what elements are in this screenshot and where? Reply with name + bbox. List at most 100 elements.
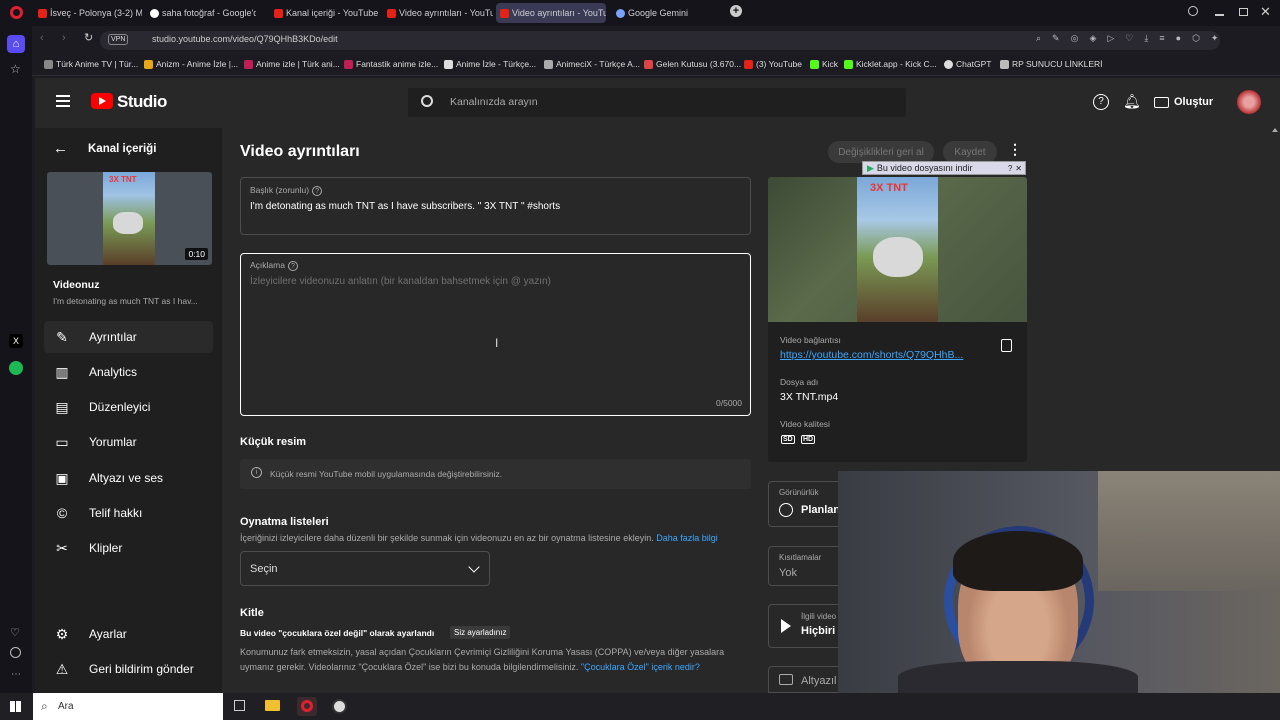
visibility-box[interactable]: Görünürlük Planlan <box>768 481 848 527</box>
nav-clips[interactable]: ✂ Klipler <box>44 532 213 564</box>
camera-icon[interactable]: ◎ <box>1071 33 1079 47</box>
back-nav-icon[interactable]: ‹ <box>40 32 44 44</box>
undo-changes-button[interactable]: Değişiklikleri geri al <box>828 141 934 163</box>
reload-icon[interactable]: ↻ <box>84 31 93 44</box>
nav-settings[interactable]: ⚙ Ayarlar <box>44 618 213 650</box>
bookmark-item[interactable]: AnimeciX - Türkçe A... <box>544 59 640 69</box>
file-explorer-icon[interactable] <box>265 700 280 711</box>
history-icon[interactable] <box>10 647 21 658</box>
scroll-up-icon[interactable] <box>1272 128 1278 132</box>
tab-6[interactable]: Google Gemini <box>612 3 722 23</box>
nav-label: Düzenleyici <box>89 400 151 414</box>
hamburger-menu-icon[interactable] <box>56 95 70 107</box>
back-to-content[interactable]: Kanal içeriği <box>88 143 156 155</box>
bookmark-item[interactable]: Kick <box>810 59 838 69</box>
spotify-icon[interactable] <box>9 361 23 375</box>
opera-logo-icon[interactable] <box>10 6 23 19</box>
description-placeholder[interactable]: İzleyicilere videonuzu anlatın (bir kana… <box>250 276 551 287</box>
scrollbar[interactable] <box>1272 128 1278 473</box>
bookmark-item[interactable]: Anime izle | Türk ani... <box>244 59 340 69</box>
bookmark-item[interactable]: RP SUNUCU LİNKLERİ <box>1000 59 1103 69</box>
bookmark-item[interactable]: ChatGPT <box>944 59 991 69</box>
home-icon[interactable]: ⌂ <box>7 35 25 53</box>
bookmark-item[interactable]: Kicklet.app - Kick C... <box>844 59 937 69</box>
help-icon[interactable]: ? <box>287 261 298 271</box>
x-twitter-icon[interactable]: X <box>9 334 23 348</box>
close-window-icon[interactable]: ✕ <box>1260 4 1271 20</box>
learn-more-link[interactable]: Daha fazla bilgi <box>656 533 718 543</box>
forward-nav-icon[interactable]: › <box>62 32 66 44</box>
nav-details[interactable]: ✎ Ayrıntılar <box>44 321 213 353</box>
playlist-select[interactable]: Seçin <box>240 551 490 586</box>
youtube-logo-icon[interactable] <box>91 93 113 109</box>
bell-icon[interactable]: 🔔︎ <box>1123 93 1141 110</box>
nav-subtitles[interactable]: ▣ Altyazı ve ses <box>44 462 213 494</box>
bookmark-item[interactable]: Fantastik anime izle... <box>344 59 438 69</box>
description-field[interactable]: Açıklama? İzleyicilere videonuzu anlatın… <box>240 253 751 416</box>
channel-search[interactable]: Kanalınızda arayın <box>408 88 906 117</box>
studio-logo-text[interactable]: Studio <box>117 92 167 112</box>
download-icon[interactable]: ⤓ <box>1144 33 1148 47</box>
end-screen-box[interactable]: İlgili video Hiçbiri <box>768 604 848 648</box>
bookmark-item[interactable]: Anizm - Anime İzle |... <box>144 59 238 69</box>
video-thumbnail[interactable]: 3X TNT 0:10 <box>47 172 212 265</box>
new-tab-button[interactable]: + <box>730 5 742 17</box>
extension-icon[interactable]: ⬡ <box>1192 33 1200 47</box>
bookmark-item[interactable]: Anime İzle - Türkçe... <box>444 59 536 69</box>
tab-5-active[interactable]: Video ayrıntıları - YouTub <box>496 3 606 23</box>
video-link[interactable]: https://youtube.com/shorts/Q79QHhB... <box>780 349 963 361</box>
help-icon[interactable]: ? <box>1008 164 1012 173</box>
shield-icon[interactable]: ◈ <box>1089 33 1096 47</box>
profile-icon[interactable]: ● <box>1176 33 1181 47</box>
menu-icon[interactable]: ≡ <box>1159 33 1164 47</box>
search-tabs-icon[interactable] <box>1188 6 1198 16</box>
bookmark-item[interactable]: (3) YouTube <box>744 59 802 69</box>
more-icon[interactable]: ⋯ <box>11 669 21 680</box>
tab-3[interactable]: Kanal içeriği - YouTube St <box>270 3 380 23</box>
tab-1[interactable]: İsveç - Polonya (3-2) Maç <box>34 3 142 23</box>
title-value[interactable]: I'm detonating as much TNT as I have sub… <box>250 201 560 212</box>
back-arrow-icon[interactable]: ← <box>53 140 68 157</box>
bookmark-item[interactable]: Gelen Kutusu (3.670... <box>644 59 741 69</box>
task-view-icon[interactable] <box>234 700 245 711</box>
obs-taskbar-icon[interactable] <box>332 699 347 714</box>
nav-comments[interactable]: ▭ Yorumlar <box>44 426 213 458</box>
minimize-icon[interactable] <box>1215 14 1224 16</box>
play-icon[interactable]: ▷ <box>1107 33 1114 47</box>
taskbar-search[interactable]: ⌕ Ara <box>33 693 223 720</box>
close-icon[interactable]: ✕ <box>1015 164 1025 173</box>
nav-copyright[interactable]: © Telif hakkı <box>44 497 213 529</box>
edit-icon[interactable]: ✎ <box>1052 33 1060 47</box>
maximize-icon[interactable] <box>1239 8 1248 16</box>
nav-analytics[interactable]: ▥ Analytics <box>44 356 213 388</box>
video-preview[interactable]: 3X TNT <box>768 177 1027 322</box>
playlists-desc-text: İçeriğinizi izleyicilere daha düzenli bi… <box>240 533 654 543</box>
heart-icon[interactable]: ♡ <box>10 626 20 639</box>
opera-taskbar-icon[interactable] <box>297 697 317 716</box>
avatar[interactable] <box>1237 90 1261 114</box>
tab-4[interactable]: Video ayrıntıları - YouTub <box>383 3 493 23</box>
copy-icon[interactable] <box>1001 339 1012 352</box>
help-icon[interactable]: ? <box>312 186 323 196</box>
restrictions-box[interactable]: Kısıtlamalar Yok <box>768 546 848 586</box>
search-placeholder: Kanalınızda arayın <box>450 96 538 108</box>
vpn-badge[interactable]: VPN <box>108 34 129 45</box>
more-options-icon[interactable]: ⋮ <box>1008 141 1022 158</box>
create-button[interactable]: Oluştur <box>1154 91 1213 113</box>
star-icon[interactable]: ☆ <box>10 62 21 76</box>
heart-icon[interactable]: ♡ <box>1125 33 1133 47</box>
nav-editor[interactable]: ▤ Düzenleyici <box>44 391 213 423</box>
url-text[interactable]: studio.youtube.com/video/Q79QHhB3KDo/edi… <box>152 34 338 44</box>
ai-icon[interactable]: ✦ <box>1211 33 1219 47</box>
tab-2[interactable]: saha fotoğraf - Google'da <box>146 3 256 23</box>
download-video-tooltip[interactable]: ▶ Bu video dosyasını indir ? ✕ <box>862 161 1026 175</box>
save-button[interactable]: Kaydet <box>943 141 997 163</box>
windows-start-icon[interactable] <box>10 701 21 712</box>
made-for-kids-link[interactable]: "Çocuklara Özel" içerik nedir? <box>581 662 700 672</box>
search-page-icon[interactable]: ⌕ <box>1036 33 1041 47</box>
title-field[interactable]: Başlık (zorunlu)? I'm detonating as much… <box>240 177 751 235</box>
help-icon[interactable]: ? <box>1093 94 1109 110</box>
subtitles-box[interactable]: Altyazıl <box>768 666 848 693</box>
bookmark-item[interactable]: Türk Anime TV | Tür... <box>44 59 138 69</box>
nav-feedback[interactable]: ⚠ Geri bildirim gönder <box>44 653 213 685</box>
